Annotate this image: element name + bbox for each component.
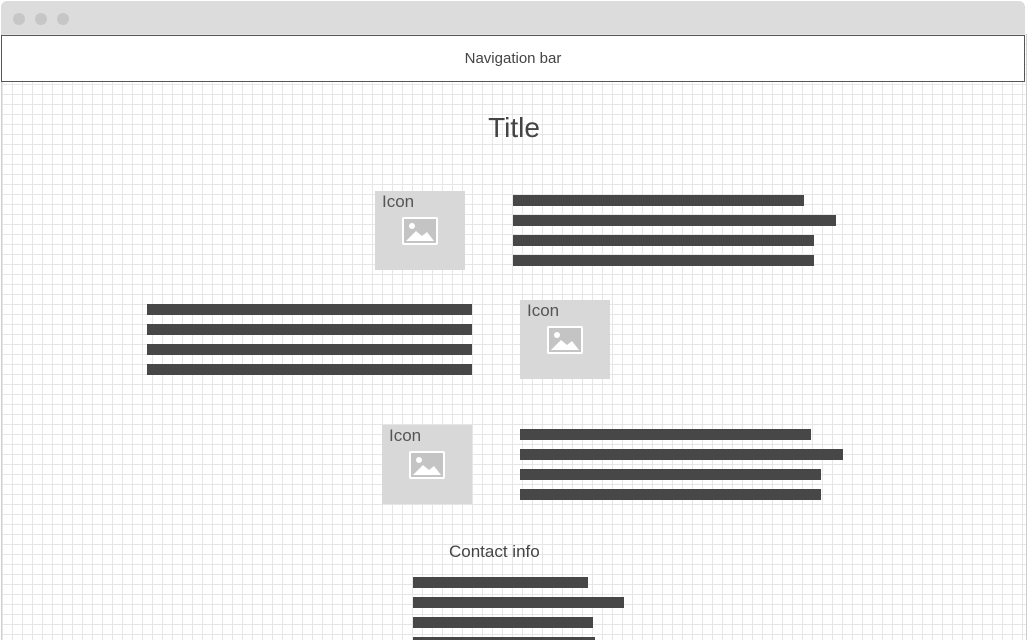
image-placeholder-icon: [409, 451, 445, 479]
feature-2-icon-label: Icon: [527, 301, 560, 320]
image-placeholder-icon: [402, 217, 438, 245]
feature-1-icon-box: Icon: [375, 191, 465, 270]
image-placeholder-icon: [547, 326, 583, 354]
text-line: [413, 617, 593, 628]
text-line: [513, 215, 836, 226]
minimize-dot-icon[interactable]: [35, 13, 47, 25]
close-dot-icon[interactable]: [13, 13, 25, 25]
text-line: [520, 429, 811, 440]
text-line: [147, 344, 472, 355]
text-line: [520, 489, 821, 500]
text-line: [147, 304, 472, 315]
window-titlebar: [1, 1, 1025, 34]
navigation-bar[interactable]: Navigation bar: [1, 35, 1025, 82]
text-line: [513, 235, 814, 246]
text-line: [513, 255, 814, 266]
text-line: [413, 577, 588, 588]
feature-3-icon-box: Icon: [382, 425, 472, 504]
zoom-dot-icon[interactable]: [57, 13, 69, 25]
browser-window: Navigation bar Title Icon Icon Icon Cont…: [0, 0, 1028, 640]
text-line: [147, 364, 472, 375]
feature-1-icon-label: Icon: [382, 192, 415, 211]
page-title: Title: [488, 112, 540, 143]
feature-2-icon-box: Icon: [520, 300, 610, 379]
contact-info-heading: Contact info: [449, 542, 540, 561]
navigation-bar-label: Navigation bar: [464, 50, 562, 67]
text-line: [520, 469, 821, 480]
text-line: [520, 449, 843, 460]
text-line: [513, 195, 804, 206]
feature-3-icon-label: Icon: [389, 426, 422, 445]
text-line: [147, 324, 472, 335]
text-line: [413, 597, 624, 608]
